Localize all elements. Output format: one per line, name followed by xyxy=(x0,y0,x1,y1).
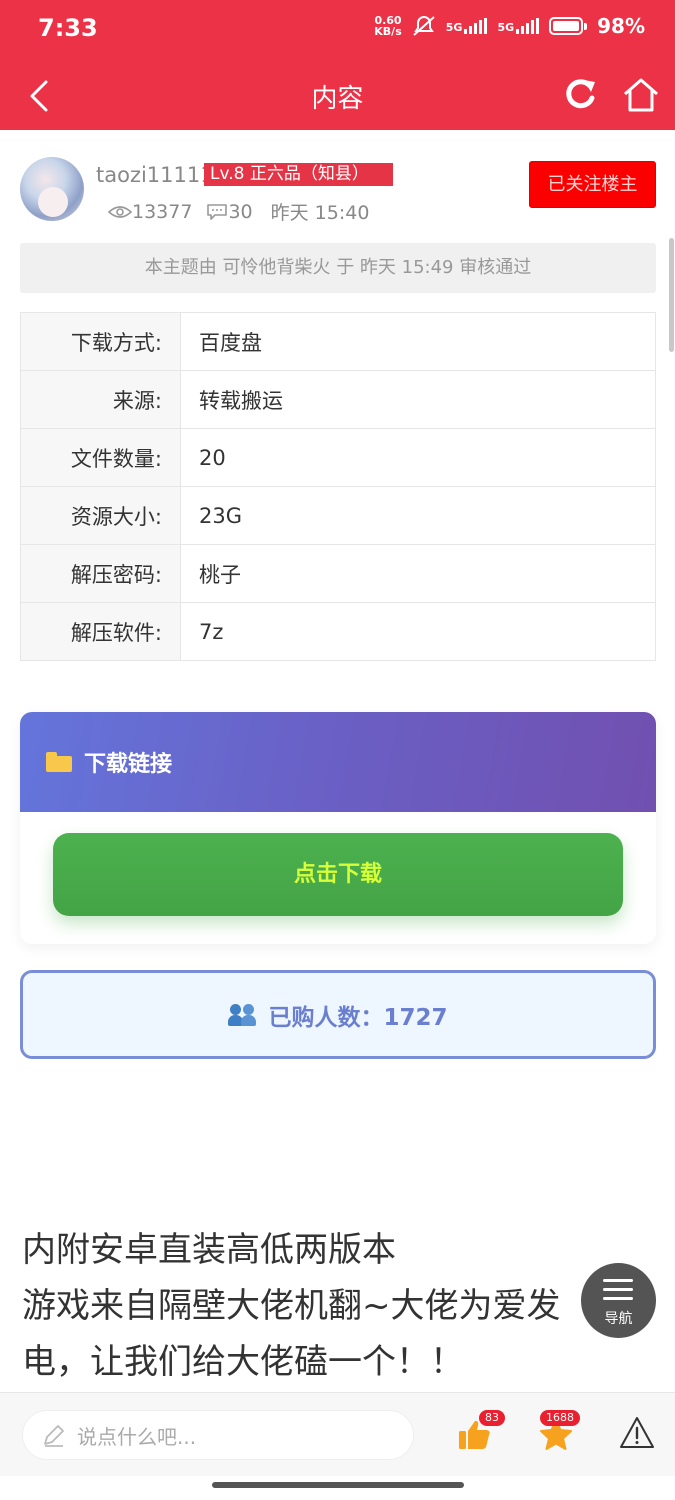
comment-placeholder: 说点什么吧... xyxy=(77,1424,197,1449)
eye-icon xyxy=(108,205,132,218)
info-value: 23G xyxy=(180,486,656,545)
comments: 30 xyxy=(206,200,253,223)
info-key: 下载方式: xyxy=(20,312,181,371)
info-key: 资源大小: xyxy=(20,486,181,545)
folder-icon xyxy=(46,752,72,772)
follow-button[interactable]: 已关注楼主 xyxy=(529,161,656,208)
like-count-badge: 83 xyxy=(479,1410,505,1426)
view-count: 13377 xyxy=(132,200,193,223)
info-row: 文件数量: 20 xyxy=(20,428,656,487)
comment-icon xyxy=(207,203,228,220)
info-row: 解压密码: 桃子 xyxy=(20,544,656,603)
float-nav-label: 导航 xyxy=(604,1311,633,1327)
info-row: 下载方式: 百度盘 xyxy=(20,312,656,371)
info-value: 7z xyxy=(180,602,656,661)
post-meta: 13377 30 昨天 15:40 xyxy=(108,198,369,225)
info-value: 转载搬运 xyxy=(180,370,656,429)
comment-input[interactable]: 说点什么吧... xyxy=(22,1410,414,1460)
level-badge: Lv.8 正六品（知县） xyxy=(204,163,393,186)
info-key: 解压密码: xyxy=(20,544,181,603)
avatar[interactable] xyxy=(20,157,84,221)
people-icon xyxy=(228,1003,258,1026)
signal-sim1: 5G xyxy=(446,18,488,34)
float-nav-button[interactable]: 导航 xyxy=(581,1263,656,1338)
top-bar: 7:33 0.60 KB/s 5G 5G 98% 内容 xyxy=(0,0,675,130)
review-note: 本主题由 可怜他背柴火 于 昨天 15:49 审核通过 xyxy=(20,243,656,293)
battery-percent: 98% xyxy=(597,14,645,38)
download-header-label: 下载链接 xyxy=(84,752,173,777)
buyers-label: 已购人数：1727 xyxy=(268,1004,448,1031)
signal-bars-icon xyxy=(464,18,488,34)
nav-bar: 内容 xyxy=(0,62,675,130)
info-table: 下载方式: 百度盘 来源: 转载搬运 文件数量: 20 资源大小: 23G 解压密码: 桃子 解压软… xyxy=(20,312,656,661)
favorite-count-badge: 1688 xyxy=(540,1410,580,1426)
download-button[interactable]: 点击下载 xyxy=(53,833,623,916)
info-value: 桃子 xyxy=(180,544,656,603)
net-speed-unit: KB/s xyxy=(374,25,402,38)
views: 13377 xyxy=(108,201,192,223)
info-value: 百度盘 xyxy=(180,312,656,371)
info-key: 来源: xyxy=(20,370,181,429)
comment-count: 30 xyxy=(228,200,253,223)
content-line: 电，让我们给大佬磕一个！！ xyxy=(22,1342,464,1382)
home-indicator[interactable] xyxy=(212,1482,464,1488)
info-key: 文件数量: xyxy=(20,428,181,487)
signal-sim2-label: 5G xyxy=(497,21,515,34)
info-row: 解压软件: 7z xyxy=(20,602,656,661)
info-row: 资源大小: 23G xyxy=(20,486,656,545)
report-icon[interactable] xyxy=(619,1415,655,1451)
signal-sim2: 5G xyxy=(497,18,540,34)
like-button[interactable]: 83 xyxy=(457,1410,505,1455)
signal-sim1-label: 5G xyxy=(445,21,463,34)
info-key: 解压软件: xyxy=(20,602,181,661)
refresh-icon[interactable] xyxy=(560,74,600,114)
favorite-button[interactable]: 1688 xyxy=(538,1410,580,1455)
info-value: 20 xyxy=(180,428,656,487)
post-time: 昨天 15:40 xyxy=(270,202,370,224)
download-header: 下载链接 xyxy=(20,712,656,812)
home-icon[interactable] xyxy=(620,74,662,116)
download-card: 下载链接 点击下载 xyxy=(20,712,656,944)
post-content: 内附安卓直装高低两版本 游戏来自隔壁大佬机翻~大佬为爱发 电，让我们给大佬磕一个… xyxy=(22,1222,642,1390)
signal-bars-icon xyxy=(516,18,540,34)
bottom-bar: 说点什么吧... 83 1688 xyxy=(0,1392,675,1476)
battery-icon xyxy=(549,17,588,35)
info-row: 来源: 转载搬运 xyxy=(20,370,656,429)
scrollbar[interactable] xyxy=(669,238,674,352)
menu-icon xyxy=(603,1279,633,1306)
pencil-icon xyxy=(44,1425,64,1447)
status-bar: 7:33 0.60 KB/s 5G 5G 98% xyxy=(0,0,675,62)
status-icons: 0.60 KB/s 5G 5G 98% xyxy=(374,14,645,38)
content-line: 内附安卓直装高低两版本 xyxy=(22,1230,396,1270)
net-speed: 0.60 KB/s xyxy=(374,15,401,37)
mute-icon xyxy=(413,16,435,36)
status-time: 7:33 xyxy=(38,14,98,42)
buyers-count-box: 已购人数：1727 xyxy=(20,970,656,1059)
content-line: 游戏来自隔壁大佬机翻~大佬为爱发 xyxy=(22,1286,561,1326)
